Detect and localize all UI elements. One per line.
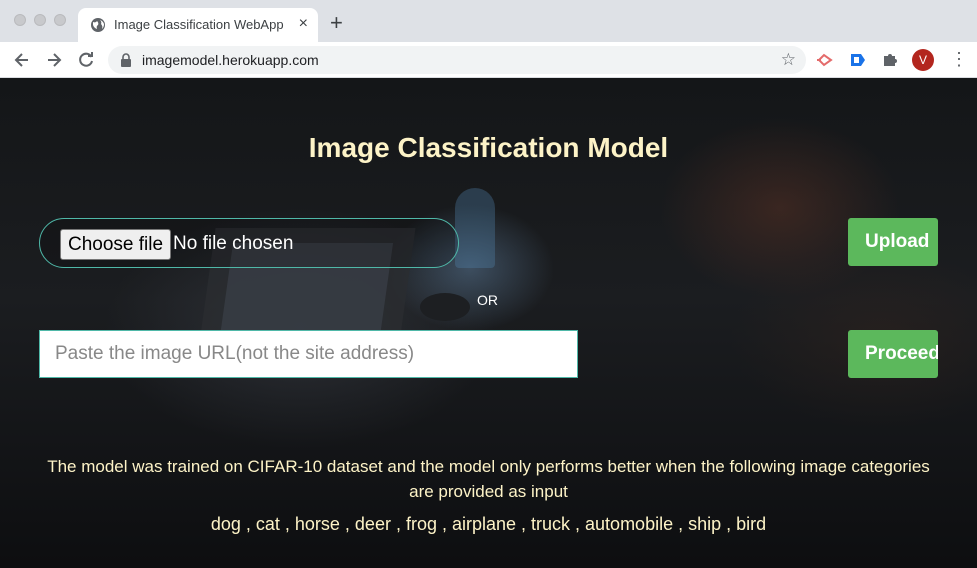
new-tab-button[interactable]: + (330, 12, 343, 34)
or-separator: OR (477, 292, 498, 308)
file-status-text: No file chosen (173, 233, 294, 254)
address-url: imagemodel.herokuapp.com (142, 52, 319, 68)
browser-menu-icon[interactable]: ⋮ (950, 50, 968, 68)
globe-icon (91, 18, 105, 32)
red-extension-icon[interactable] (816, 51, 834, 69)
window-minimize-button[interactable] (34, 14, 46, 26)
reload-icon[interactable] (76, 50, 96, 70)
back-arrow-icon[interactable] (12, 50, 32, 70)
tab-strip: Image Classification WebApp × + (0, 0, 977, 42)
categories-list: dog , cat , horse , deer , frog , airpla… (210, 514, 767, 534)
image-url-input[interactable] (39, 330, 578, 378)
star-icon[interactable]: ☆ (781, 50, 796, 70)
mouse-shape (420, 293, 470, 321)
address-bar[interactable]: imagemodel.herokuapp.com ☆ (108, 46, 806, 74)
lamp-shape (455, 188, 495, 268)
window-close-button[interactable] (14, 14, 26, 26)
page-background: Image Classification Model Choose file N… (0, 78, 977, 568)
browser-tab[interactable]: Image Classification WebApp × (78, 8, 318, 42)
window-zoom-button[interactable] (54, 14, 66, 26)
browser-toolbar: imagemodel.herokuapp.com ☆ V ⋮ (0, 42, 977, 78)
choose-file-button[interactable]: Choose file (60, 229, 172, 260)
upload-button[interactable]: Upload (848, 218, 938, 266)
file-input-container: Choose file No file chosen (39, 218, 459, 268)
puzzle-icon[interactable] (881, 51, 899, 69)
tab-close-icon[interactable]: × (299, 14, 308, 34)
tab-title: Image Classification WebApp (114, 17, 284, 32)
profile-avatar[interactable]: V (912, 49, 934, 71)
page-title: Image Classification Model (308, 132, 669, 163)
model-info-text: The model was trained on CIFAR-10 datase… (47, 457, 930, 501)
blue-extension-icon[interactable] (849, 51, 867, 69)
forward-arrow-icon[interactable] (44, 50, 64, 70)
lock-icon (121, 53, 131, 67)
proceed-button[interactable]: Proceed (848, 330, 938, 378)
